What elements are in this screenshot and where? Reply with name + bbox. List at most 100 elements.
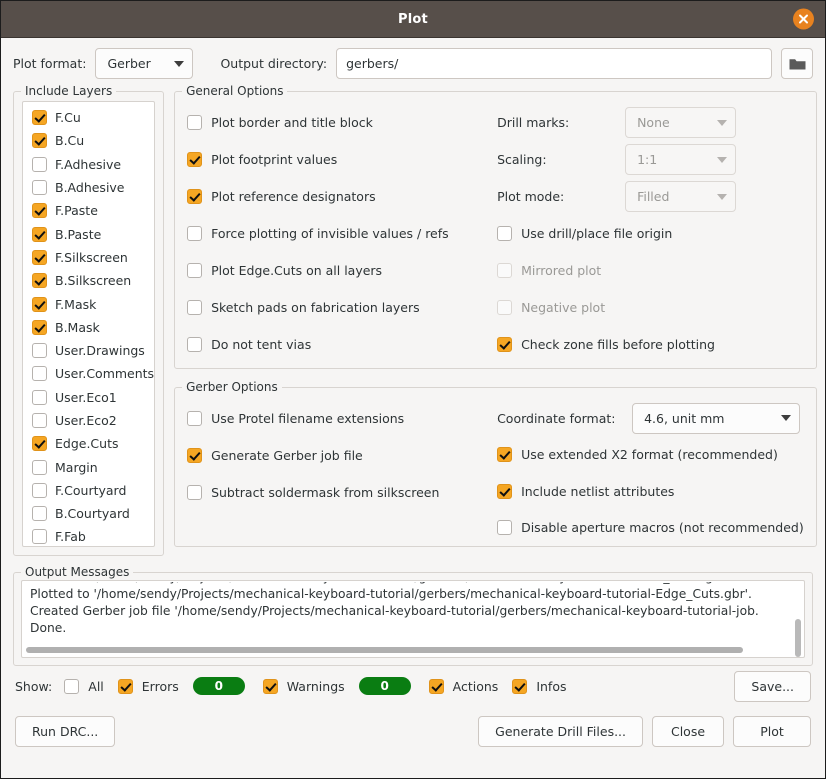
filter-errors[interactable]: Errors (118, 679, 179, 694)
layer-item-b-silkscreen[interactable]: B.Silkscreen (23, 269, 154, 292)
general-option-5[interactable]: Sketch pads on fabrication layers (187, 289, 497, 326)
layer-item-f-fab[interactable]: F.Fab (23, 525, 154, 547)
checkbox-layer-15[interactable] (32, 460, 47, 475)
filter-all-label: All (88, 679, 104, 694)
checkbox-layer-0[interactable] (32, 110, 47, 125)
checkbox-layer-1[interactable] (32, 133, 47, 148)
general-right-option-0[interactable]: Use drill/place file origin (497, 215, 804, 252)
layer-label-17: B.Courtyard (55, 506, 130, 521)
close-icon[interactable] (793, 9, 814, 30)
general-right-option-3[interactable]: Check zone fills before plotting (497, 326, 804, 363)
checkbox-layer-13[interactable] (32, 413, 47, 428)
general-option-3[interactable]: Force plotting of invisible values / ref… (187, 215, 497, 252)
checkbox-general-option-0[interactable] (187, 115, 202, 130)
layer-item-user-comments[interactable]: User.Comments (23, 362, 154, 385)
save-messages-button[interactable]: Save... (734, 671, 811, 702)
gerber-option-0[interactable]: Use Protel filename extensions (187, 400, 497, 437)
checkbox-all[interactable] (64, 679, 79, 694)
layer-item-b-courtyard[interactable]: B.Courtyard (23, 502, 154, 525)
checkbox-gerber-right-option-2[interactable] (497, 520, 512, 535)
general-option-4[interactable]: Plot Edge.Cuts on all layers (187, 252, 497, 289)
layer-item-b-mask[interactable]: B.Mask (23, 316, 154, 339)
checkbox-general-option-1[interactable] (187, 152, 202, 167)
browse-directory-button[interactable] (781, 48, 813, 79)
checkbox-gerber-option-1[interactable] (187, 448, 202, 463)
checkbox-gerber-option-2[interactable] (187, 485, 202, 500)
layer-item-user-drawings[interactable]: User.Drawings (23, 339, 154, 362)
checkbox-layer-17[interactable] (32, 506, 47, 521)
filter-warnings[interactable]: Warnings (263, 679, 345, 694)
vertical-scrollbar[interactable] (795, 619, 801, 657)
general-option-0[interactable]: Plot border and title block (187, 104, 497, 141)
layers-list[interactable]: F.CuB.CuF.AdhesiveB.AdhesiveF.PasteB.Pas… (22, 101, 155, 547)
layer-item-f-courtyard[interactable]: F.Courtyard (23, 479, 154, 502)
checkbox-layer-7[interactable] (32, 273, 47, 288)
layer-label-15: Margin (55, 460, 98, 475)
checkbox-layer-18[interactable] (32, 529, 47, 544)
general-option-label-5: Sketch pads on fabrication layers (211, 300, 420, 315)
checkbox-layer-8[interactable] (32, 297, 47, 312)
gerber-right-option-1[interactable]: Include netlist attributes (497, 473, 804, 510)
layer-item-edge-cuts[interactable]: Edge.Cuts (23, 432, 154, 455)
checkbox-general-right-option-3[interactable] (497, 337, 512, 352)
checkbox-general-option-6[interactable] (187, 337, 202, 352)
layer-item-f-paste[interactable]: F.Paste (23, 199, 154, 222)
gerber-right-option-2[interactable]: Disable aperture macros (not recommended… (497, 510, 804, 547)
checkbox-general-right-option-0[interactable] (497, 226, 512, 241)
layer-item-margin[interactable]: Margin (23, 455, 154, 478)
checkbox-layer-10[interactable] (32, 343, 47, 358)
output-line-0: Plotted to '/home/sendy/Projects/mechani… (30, 586, 804, 603)
checkbox-layer-2[interactable] (32, 157, 47, 172)
checkbox-layer-14[interactable] (32, 436, 47, 451)
run-drc-button[interactable]: Run DRC... (15, 716, 115, 747)
checkbox-infos[interactable] (512, 679, 527, 694)
general-option-6[interactable]: Do not tent vias (187, 326, 497, 363)
output-directory-input[interactable]: gerbers/ (336, 48, 772, 79)
gerber-option-1[interactable]: Generate Gerber job file (187, 437, 497, 474)
checkbox-layer-9[interactable] (32, 320, 47, 335)
checkbox-layer-11[interactable] (32, 366, 47, 381)
plot-button[interactable]: Plot (733, 716, 811, 747)
checkbox-actions[interactable] (429, 679, 444, 694)
checkbox-warnings[interactable] (263, 679, 278, 694)
close-button[interactable]: Close (652, 716, 724, 747)
checkbox-gerber-right-option-1[interactable] (497, 484, 512, 499)
plot-format-select[interactable]: Gerber (95, 48, 193, 79)
layer-item-b-adhesive[interactable]: B.Adhesive (23, 176, 154, 199)
layer-item-f-mask[interactable]: F.Mask (23, 292, 154, 315)
checkbox-general-option-2[interactable] (187, 189, 202, 204)
horizontal-scrollbar[interactable] (26, 647, 743, 653)
checkbox-general-option-3[interactable] (187, 226, 202, 241)
include-layers-group: Include Layers F.CuB.CuF.AdhesiveB.Adhes… (13, 91, 164, 556)
checkbox-layer-16[interactable] (32, 483, 47, 498)
layer-item-b-cu[interactable]: B.Cu (23, 129, 154, 152)
general-option-1[interactable]: Plot footprint values (187, 141, 497, 178)
checkbox-layer-6[interactable] (32, 250, 47, 265)
checkbox-layer-3[interactable] (32, 180, 47, 195)
checkbox-errors[interactable] (118, 679, 133, 694)
checkbox-gerber-option-0[interactable] (187, 411, 202, 426)
layer-item-f-silkscreen[interactable]: F.Silkscreen (23, 246, 154, 269)
filter-infos[interactable]: Infos (512, 679, 566, 694)
gerber-option-2[interactable]: Subtract soldermask from silkscreen (187, 474, 497, 511)
output-messages-box[interactable]: Plotted to '/home/sendy/Projects/mechani… (21, 580, 805, 658)
checkbox-layer-5[interactable] (32, 227, 47, 242)
gerber-right-option-label-1: Include netlist attributes (521, 484, 674, 499)
filter-actions[interactable]: Actions (429, 679, 499, 694)
layer-item-f-adhesive[interactable]: F.Adhesive (23, 153, 154, 176)
layer-item-user-eco1[interactable]: User.Eco1 (23, 386, 154, 409)
checkbox-general-option-5[interactable] (187, 300, 202, 315)
generate-drill-files-button[interactable]: Generate Drill Files... (478, 716, 643, 747)
general-option-2[interactable]: Plot reference designators (187, 178, 497, 215)
checkbox-layer-12[interactable] (32, 390, 47, 405)
checkbox-layer-4[interactable] (32, 203, 47, 218)
filter-all[interactable]: All (64, 679, 104, 694)
coordinate-format-select[interactable]: 4.6, unit mm (632, 403, 800, 434)
layer-item-b-paste[interactable]: B.Paste (23, 222, 154, 245)
plot-format-value: Gerber (107, 56, 150, 71)
checkbox-gerber-right-option-0[interactable] (497, 447, 512, 462)
layer-item-user-eco2[interactable]: User.Eco2 (23, 409, 154, 432)
checkbox-general-option-4[interactable] (187, 263, 202, 278)
layer-item-f-cu[interactable]: F.Cu (23, 106, 154, 129)
gerber-right-option-0[interactable]: Use extended X2 format (recommended) (497, 437, 804, 474)
